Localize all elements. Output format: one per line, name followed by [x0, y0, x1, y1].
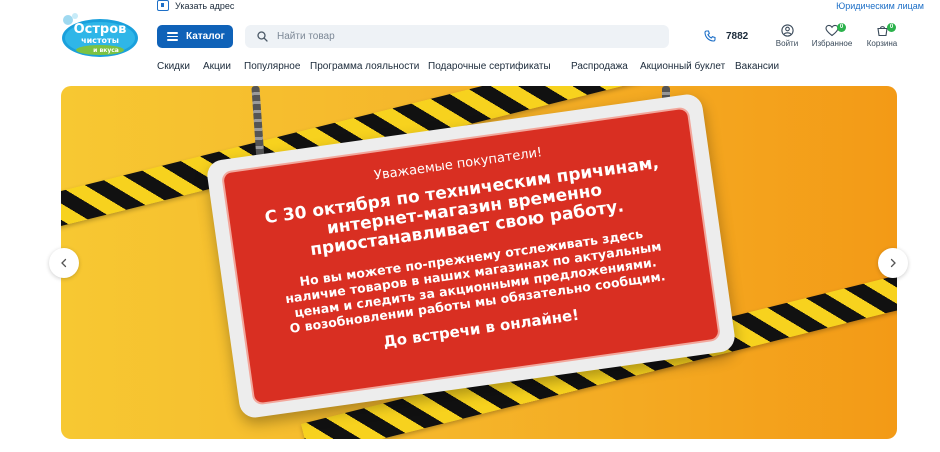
- location-icon: [157, 0, 169, 11]
- nav-item-booklet[interactable]: Акционный буклет: [640, 61, 725, 72]
- logo-text-1: Остров: [74, 22, 127, 37]
- user-icon: [780, 24, 794, 37]
- nav-item-loyalty[interactable]: Программа лояльности: [310, 61, 419, 72]
- account-label: Войти: [775, 39, 799, 48]
- logo-image: Остров чистоты и вкуса: [62, 13, 138, 57]
- notice-sign-panel: Уважаемые покупатели! С 30 октября по те…: [220, 106, 722, 406]
- nav-item-vacancies[interactable]: Вакансии: [735, 61, 779, 72]
- cart-label: Корзина: [866, 39, 898, 48]
- nav-item-popular[interactable]: Популярное: [244, 61, 300, 72]
- chevron-left-icon: [61, 258, 67, 268]
- logo[interactable]: Остров чистоты и вкуса: [60, 12, 140, 58]
- top-bar: Указать адрес Юридическим лицам: [0, 0, 940, 14]
- cart-button[interactable]: 0 Корзина: [860, 23, 904, 48]
- nav-item-promotions[interactable]: Акции: [203, 61, 231, 72]
- catalog-button[interactable]: Каталог: [157, 25, 233, 48]
- address-link-label: Указать адрес: [175, 0, 235, 11]
- carousel-prev-button[interactable]: [49, 248, 79, 278]
- account-button[interactable]: Войти: [765, 24, 809, 48]
- favorites-button[interactable]: 0 Избранное: [810, 23, 854, 48]
- cart-count-badge: 0: [887, 23, 896, 32]
- carousel-next-button[interactable]: [878, 248, 908, 278]
- search-input[interactable]: [277, 31, 657, 42]
- hero-banner[interactable]: Уважаемые покупатели! С 30 октября по те…: [61, 86, 897, 439]
- search-icon[interactable]: [257, 31, 268, 42]
- logo-text-3: и вкуса: [93, 47, 119, 54]
- phone-icon: [704, 30, 716, 42]
- logo-text-2: чистоты: [81, 36, 119, 45]
- nav-item-discounts[interactable]: Скидки: [157, 61, 190, 72]
- nav-item-sale[interactable]: Распродажа: [571, 61, 628, 72]
- nav-item-gift-cards[interactable]: Подарочные сертификаты: [428, 61, 551, 72]
- phone-number: 7882: [726, 30, 749, 42]
- phone-link[interactable]: 7882: [704, 30, 748, 42]
- menu-icon: [167, 32, 178, 41]
- address-link[interactable]: Указать адрес: [157, 0, 234, 11]
- chevron-right-icon: [890, 258, 896, 268]
- favorites-count-badge: 0: [837, 23, 846, 32]
- legal-entities-link[interactable]: Юридическим лицам: [836, 1, 924, 11]
- search-bar: [245, 25, 669, 48]
- notice-text: Уважаемые покупатели! С 30 октября по те…: [225, 124, 714, 369]
- favorites-label: Избранное: [811, 39, 853, 48]
- catalog-button-label: Каталог: [186, 31, 225, 42]
